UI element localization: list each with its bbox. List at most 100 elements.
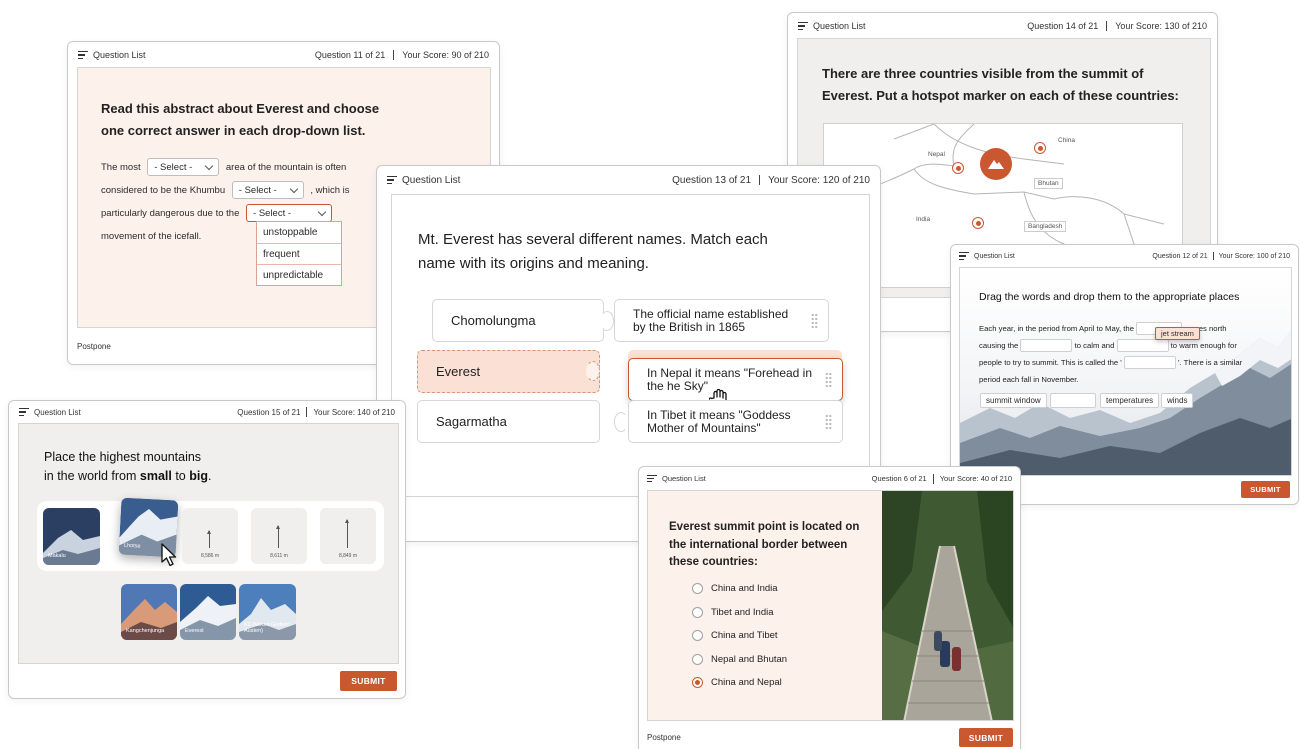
map-label-bhutan: Bhutan <box>1034 178 1063 189</box>
radio-group: China and India Tibet and India China an… <box>692 577 787 695</box>
question-text: Drag the words and drop them to the appr… <box>979 291 1240 303</box>
question-panel: Place the highest mountains in the world… <box>18 423 399 664</box>
list-icon <box>19 408 29 416</box>
postpone-link[interactable]: Postpone <box>77 342 111 351</box>
radio-option[interactable]: Nepal and Bhutan <box>692 648 787 672</box>
text-segment: considered to be the Khumbu <box>101 185 226 196</box>
card-header: Question List Question 14 of 21 Your Sco… <box>788 13 1217 39</box>
height-slot-2[interactable]: 8,611 m <box>251 508 307 564</box>
drop-blank-2[interactable] <box>1020 339 1073 353</box>
submit-button[interactable]: SUBMIT <box>1241 481 1290 498</box>
submit-button[interactable]: SUBMIT <box>959 728 1013 747</box>
question-card-6: Question List Question 6 of 21 Your Scor… <box>638 466 1021 749</box>
list-icon <box>647 474 657 483</box>
connector-knob <box>600 311 614 331</box>
drop-blank-3[interactable] <box>1116 339 1169 353</box>
question-list-button[interactable]: Question List <box>387 175 460 186</box>
question-progress: Question 13 of 21 <box>672 174 752 186</box>
text-segment: to calm and <box>1074 341 1115 350</box>
choice-tile-everest[interactable]: Everest <box>180 584 236 640</box>
chevron-down-icon <box>289 184 299 194</box>
question-list-button[interactable]: Question List <box>78 50 146 60</box>
radio-button[interactable] <box>692 630 703 642</box>
question-panel: Mt. Everest has several different names.… <box>391 194 870 497</box>
question-text: Read this abstract about Everest and cho… <box>101 101 380 138</box>
map-label-nepal: Nepal <box>928 151 945 158</box>
drag-handle-icon[interactable] <box>825 372 832 388</box>
text-segment: '. There is a similar <box>1178 358 1243 367</box>
hotspot-marker[interactable] <box>1034 142 1046 154</box>
dropdown-3[interactable]: - Select - <box>246 204 333 223</box>
map-label-bangladesh: Bangladesh <box>1024 221 1067 232</box>
placed-tile-makalu[interactable]: Makalu <box>43 508 100 565</box>
name-piece-sagarmatha[interactable]: Sagarmatha <box>417 400 600 443</box>
dropdown-option[interactable]: unstoppable <box>257 222 341 243</box>
radio-button[interactable] <box>692 583 703 595</box>
meaning-piece-nepal[interactable]: In Nepal it means "Forehead in the he Sk… <box>628 358 843 401</box>
chevron-down-icon <box>205 161 214 171</box>
word-chip[interactable]: temperatures <box>1100 393 1160 408</box>
dragging-word-chip[interactable]: jet stream <box>1155 327 1200 340</box>
question-progress: Question 15 of 21 <box>237 407 301 417</box>
question-panel: Everest summit point is located on the i… <box>647 490 1014 721</box>
dropdown-1[interactable]: - Select - <box>147 158 220 177</box>
radio-option[interactable]: China and Tibet <box>692 624 787 648</box>
submit-button[interactable]: SUBMIT <box>340 671 397 691</box>
height-slot-1[interactable]: 8,586 m <box>182 508 238 564</box>
radio-option[interactable]: China and India <box>692 577 787 601</box>
card-header: Question List Question 11 of 21 Your Sco… <box>68 42 499 68</box>
score: Your Score: 90 of 210 <box>402 50 489 60</box>
mountain-marker-icon <box>980 148 1012 180</box>
question-list-button[interactable]: Question List <box>959 252 1015 260</box>
word-chip[interactable]: winds <box>1161 393 1194 408</box>
question-progress: Question 12 of 21 <box>1152 252 1208 260</box>
question-progress: Question 11 of 21 <box>314 50 386 60</box>
text-segment: Each year, in the period from April to M… <box>979 324 1134 333</box>
map-label-china: China <box>1058 137 1075 144</box>
pointer-cursor-icon <box>161 543 179 572</box>
radio-button-selected[interactable] <box>692 677 703 689</box>
text-segment: people to try to summit. This is called … <box>979 358 1122 367</box>
hotspot-marker[interactable] <box>952 162 964 174</box>
connector-knob <box>614 412 628 432</box>
text-segment: The most <box>101 162 141 173</box>
empty-word-slot <box>1050 393 1096 408</box>
question-text: Everest summit point is located on the i… <box>669 521 860 568</box>
list-icon <box>78 51 88 59</box>
connector-knob <box>586 361 600 381</box>
meaning-piece-british[interactable]: The official name established by the Bri… <box>614 299 829 342</box>
height-slot-3[interactable]: 8,849 m <box>320 508 376 564</box>
drop-blank-4[interactable] <box>1123 356 1176 370</box>
text-segment: period each fall in November. <box>979 375 1079 384</box>
question-list-button[interactable]: Question List <box>647 474 706 483</box>
radio-option-selected[interactable]: China and Nepal <box>692 671 787 695</box>
list-icon <box>387 176 397 184</box>
text-segment: to warm enough for <box>1170 341 1237 350</box>
choice-tile-k2[interactable]: K2 (Mount Godwin Austen) <box>239 584 296 640</box>
name-piece-everest[interactable]: Everest <box>417 350 600 393</box>
drag-handle-icon[interactable] <box>825 414 832 430</box>
question-panel: Drag the words and drop them to the appr… <box>959 267 1292 476</box>
choice-tile-kangchenjunga[interactable]: Kangchenjunga <box>121 584 177 640</box>
name-piece-chomolungma[interactable]: Chomolungma <box>432 299 604 342</box>
postpone-link[interactable]: Postpone <box>647 733 681 742</box>
drag-handle-icon[interactable] <box>811 313 818 329</box>
card-header: Question List Question 12 of 21 Your Sco… <box>951 245 1298 267</box>
list-icon <box>798 22 808 30</box>
dropdown-option[interactable]: frequent <box>257 243 341 264</box>
dropdown-2[interactable]: - Select - <box>231 181 304 200</box>
hotspot-marker[interactable] <box>972 217 984 229</box>
dropdown-option[interactable]: unpredictable <box>257 264 341 285</box>
map-label-india: India <box>916 216 931 223</box>
text-segment: , which is <box>310 185 350 196</box>
radio-button[interactable] <box>692 606 703 618</box>
word-chip[interactable]: summit window <box>980 393 1047 408</box>
radio-button[interactable] <box>692 653 703 665</box>
question-text: Mt. Everest has several different names.… <box>418 231 768 272</box>
radio-option[interactable]: Tibet and India <box>692 601 787 625</box>
meaning-piece-tibet[interactable]: In Tibet it means "Goddess Mother of Mou… <box>628 400 843 443</box>
question-card-15: Question List Question 15 of 21 Your Sco… <box>8 400 406 699</box>
question-progress: Question 14 of 21 <box>1027 21 1099 31</box>
question-list-button[interactable]: Question List <box>19 408 81 417</box>
question-list-button[interactable]: Question List <box>798 21 866 31</box>
